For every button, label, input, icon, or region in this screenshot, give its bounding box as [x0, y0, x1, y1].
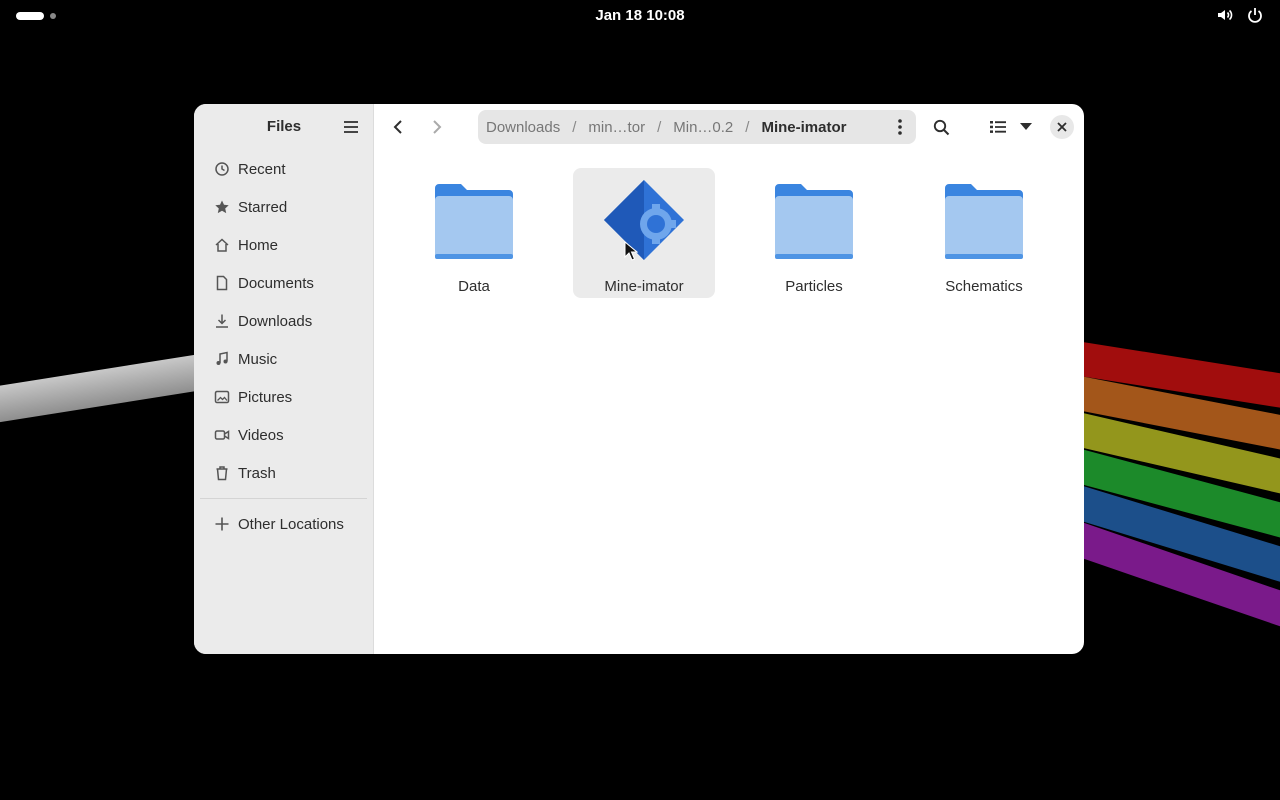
- star-icon: [215, 200, 229, 214]
- sidebar-item-label: Documents: [238, 274, 314, 292]
- main-menu-button[interactable]: [337, 114, 365, 140]
- close-button[interactable]: [1050, 115, 1074, 139]
- file-item-mine-imator[interactable]: Mine-imator: [573, 168, 715, 298]
- breadcrumb-current[interactable]: Mine-imator: [753, 119, 854, 136]
- places-list: Recent Starred Home Documents Downloads …: [194, 150, 373, 492]
- sidebar-item-pictures[interactable]: Pictures: [194, 378, 373, 416]
- music-icon: [216, 351, 228, 365]
- sidebar: Files Recent Starred Home Documents Down…: [194, 104, 374, 654]
- sidebar-item-trash[interactable]: Trash: [194, 454, 373, 492]
- breadcrumb-separator: /: [657, 118, 662, 136]
- close-icon: [1057, 122, 1067, 132]
- sidebar-item-label: Pictures: [238, 388, 293, 406]
- forward-button[interactable]: [423, 114, 451, 140]
- folder-icon: [775, 184, 853, 259]
- sidebar-item-label: Starred: [238, 198, 288, 216]
- clock[interactable]: Jan 18 10:08: [0, 7, 1280, 24]
- breadcrumb-item[interactable]: min…tor: [580, 119, 653, 136]
- sidebar-item-recent[interactable]: Recent: [194, 150, 373, 188]
- mine-imator-app-icon: [604, 180, 684, 260]
- chevron-right-icon: [433, 120, 442, 134]
- breadcrumb-item[interactable]: Downloads: [478, 119, 568, 136]
- file-name: Mine-imator: [604, 278, 684, 295]
- sidebar-item-videos[interactable]: Videos: [194, 416, 373, 454]
- download-icon: [216, 314, 228, 328]
- mouse-pointer-icon: [624, 241, 638, 261]
- file-item-schematics[interactable]: Schematics: [913, 168, 1055, 298]
- sidebar-item-label: Downloads: [238, 312, 313, 330]
- sidebar-header: Files: [194, 104, 373, 150]
- breadcrumb-separator: /: [745, 118, 750, 136]
- system-tray[interactable]: [1216, 6, 1264, 29]
- plus-icon: [215, 517, 229, 531]
- sidebar-divider: [200, 498, 367, 499]
- sidebar-item-label: Videos: [238, 426, 284, 444]
- sidebar-item-downloads[interactable]: Downloads: [194, 302, 373, 340]
- file-item-particles[interactable]: Particles: [743, 168, 885, 298]
- sidebar-item-music[interactable]: Music: [194, 340, 373, 378]
- sidebar-item-label: Other Locations: [238, 515, 344, 533]
- breadcrumb-item[interactable]: Min…0.2: [665, 119, 741, 136]
- kebab-menu-icon: [898, 119, 902, 135]
- file-name: Data: [458, 278, 490, 295]
- view-list-button[interactable]: [984, 114, 1012, 140]
- files-window: Files Recent Starred Home Documents Down…: [194, 104, 1084, 654]
- hamburger-icon: [344, 121, 358, 133]
- view-options-button[interactable]: [1012, 114, 1040, 140]
- sidebar-item-other-locations[interactable]: Other Locations: [194, 505, 373, 543]
- file-name: Particles: [785, 278, 843, 295]
- picture-icon: [214, 390, 230, 404]
- breadcrumb-separator: /: [572, 118, 577, 136]
- folder-icon: [435, 184, 513, 259]
- sidebar-item-label: Music: [238, 350, 278, 368]
- video-icon: [214, 430, 230, 440]
- top-bar: Jan 18 10:08: [0, 0, 1280, 32]
- home-icon: [215, 238, 229, 252]
- trash-icon: [216, 466, 228, 481]
- main-pane: Downloads / min…tor / Min…0.2 / Mine-ima…: [374, 104, 1084, 654]
- sidebar-item-label: Home: [238, 236, 279, 254]
- search-icon: [933, 119, 949, 135]
- volume-icon[interactable]: [1216, 6, 1234, 29]
- file-item-data[interactable]: Data: [403, 168, 545, 298]
- sidebar-item-label: Trash: [238, 464, 276, 482]
- breadcrumb: Downloads / min…tor / Min…0.2 / Mine-ima…: [478, 110, 916, 144]
- back-button[interactable]: [384, 114, 412, 140]
- sidebar-item-home[interactable]: Home: [194, 226, 373, 264]
- wallpaper-light-beam: [0, 351, 223, 428]
- sidebar-item-documents[interactable]: Documents: [194, 264, 373, 302]
- list-view-icon: [990, 121, 1006, 133]
- document-icon: [216, 275, 228, 291]
- folder-icon: [945, 184, 1023, 259]
- chevron-left-icon: [393, 120, 402, 134]
- file-name: Schematics: [945, 278, 1023, 295]
- power-icon[interactable]: [1246, 6, 1264, 29]
- sidebar-item-starred[interactable]: Starred: [194, 188, 373, 226]
- folder-menu-button[interactable]: [884, 119, 916, 135]
- chevron-down-icon: [1020, 123, 1032, 130]
- search-button[interactable]: [927, 114, 955, 140]
- sidebar-item-label: Recent: [238, 160, 286, 178]
- header-bar: Downloads / min…tor / Min…0.2 / Mine-ima…: [374, 104, 1084, 150]
- clock-icon: [215, 162, 229, 176]
